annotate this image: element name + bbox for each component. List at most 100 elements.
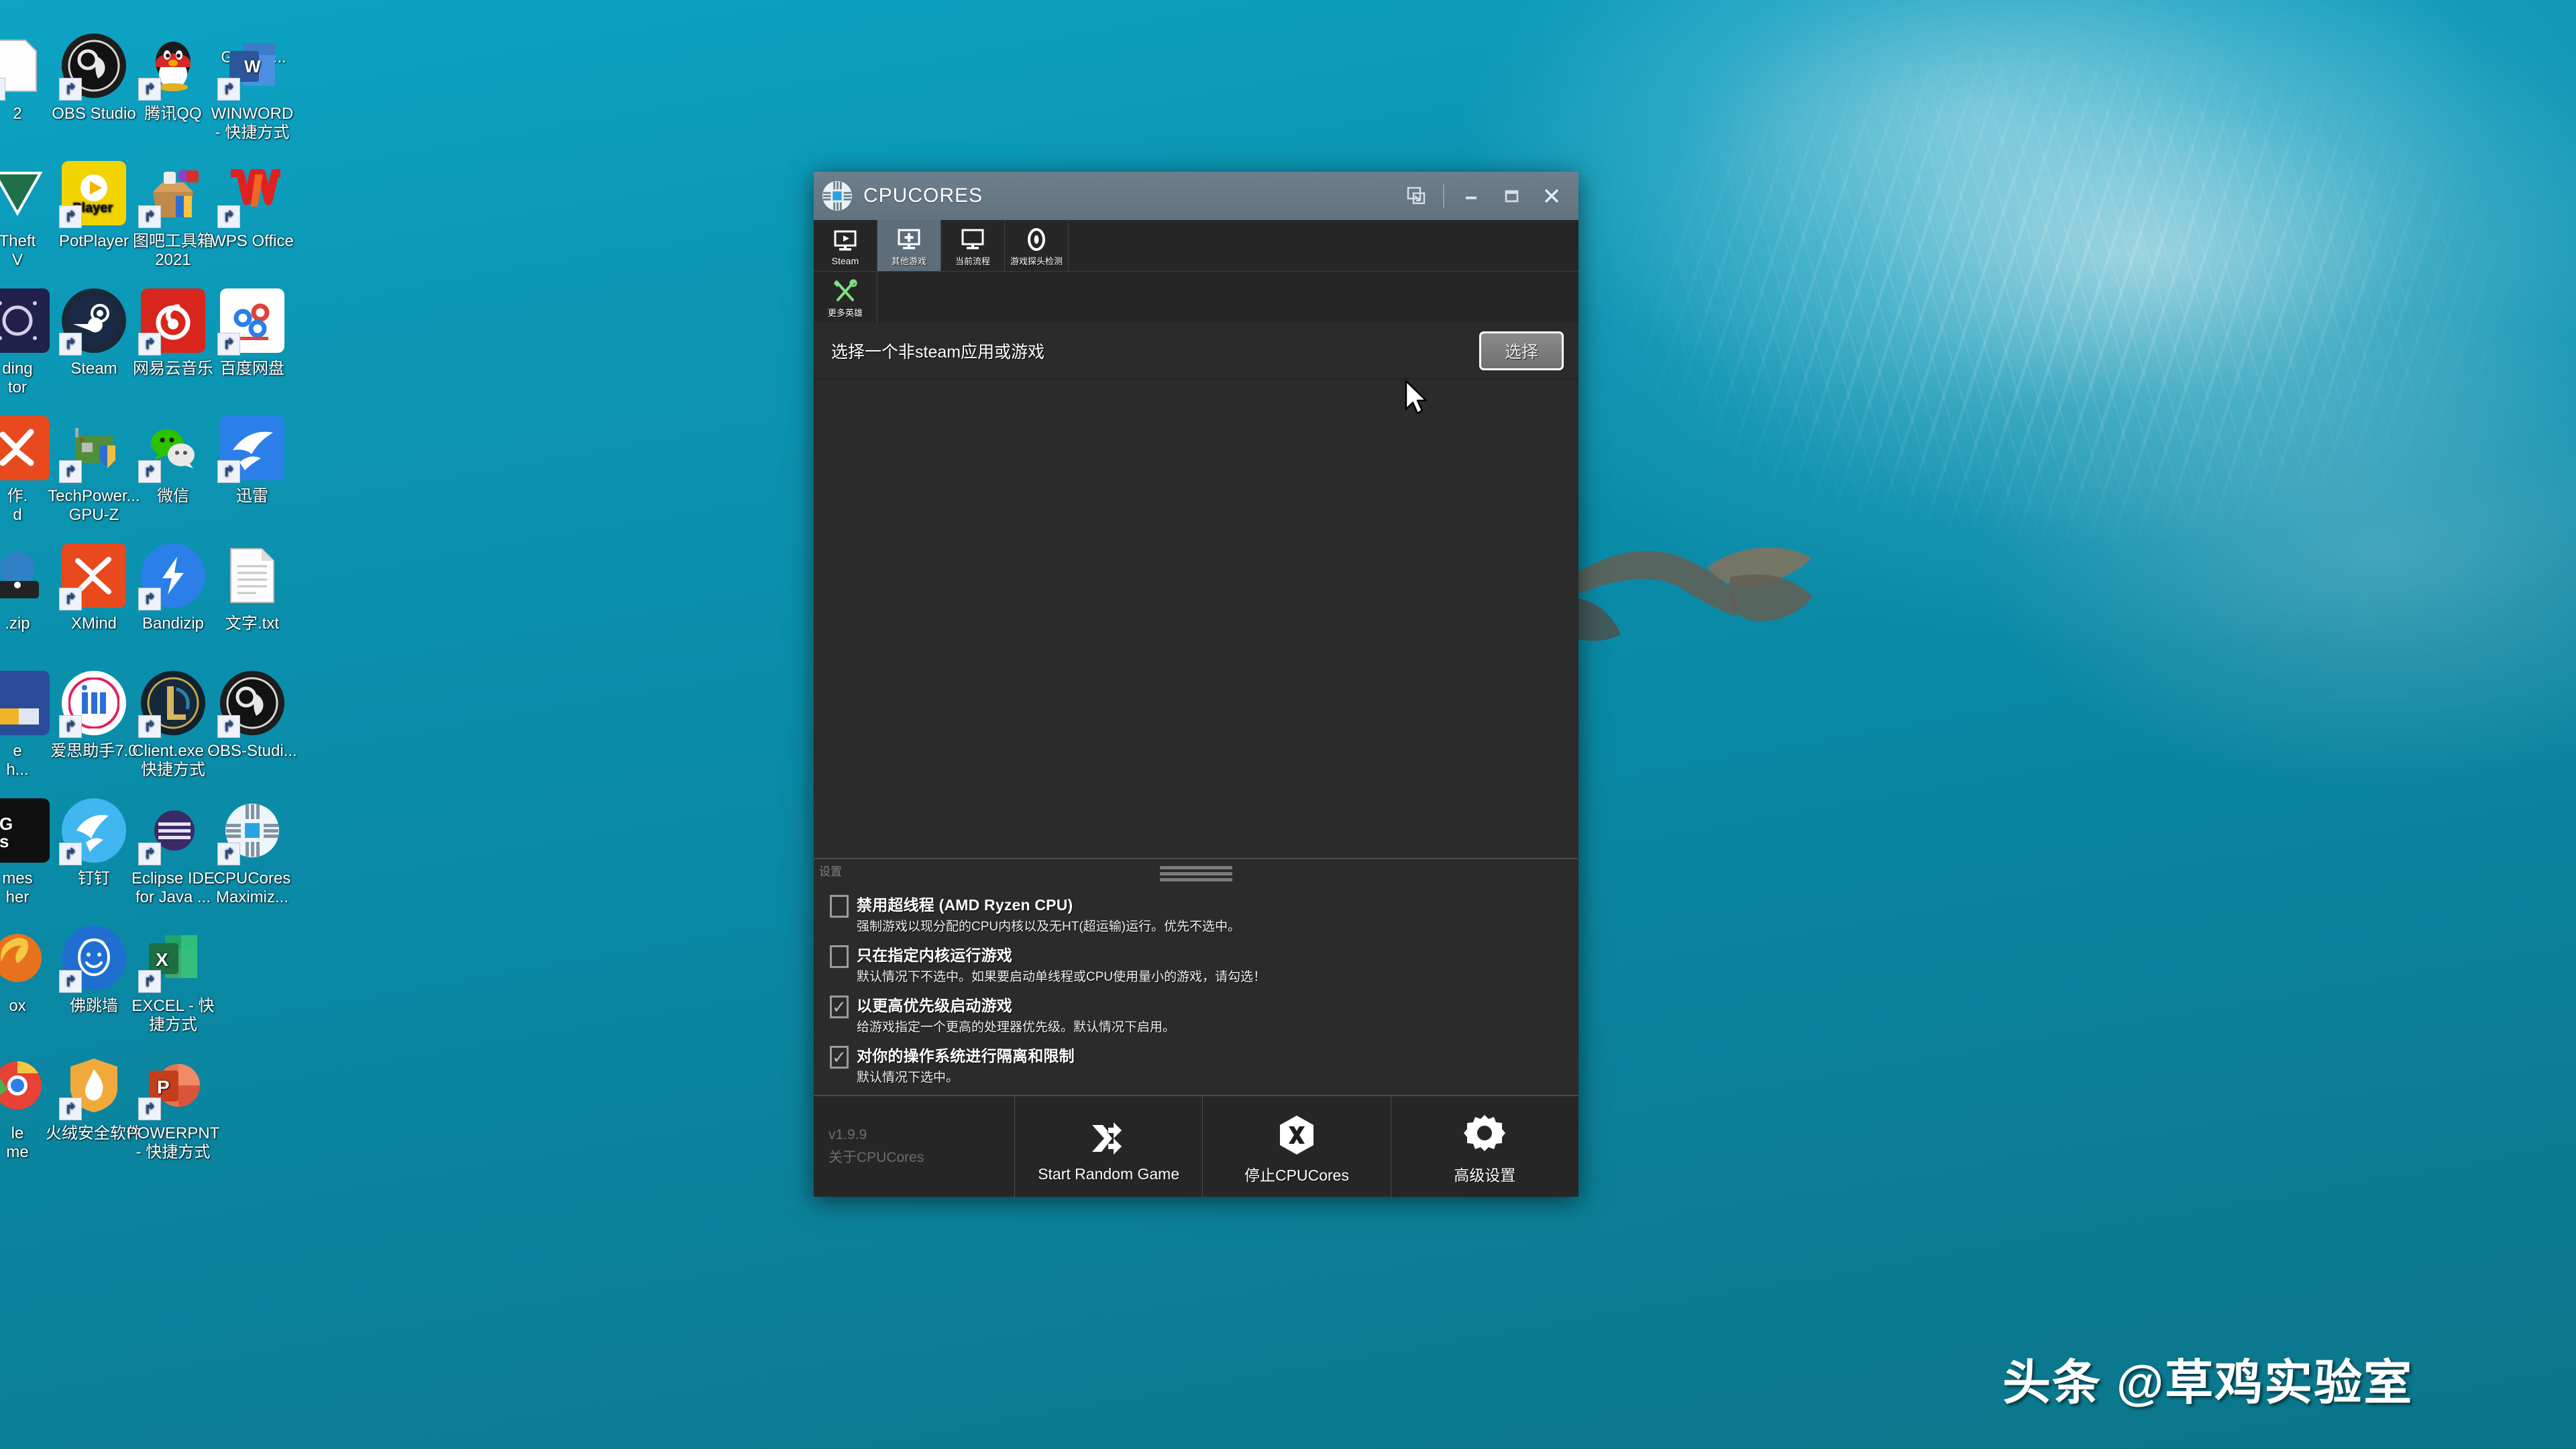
start-random-game-button[interactable]: Start Random Game [1015,1096,1203,1197]
tabbar-row-2: 更多英雄 [814,272,1578,323]
desktop-icon-label: 迅雷 [236,487,268,505]
baidu-icon: ↱ [193,288,311,356]
select-button[interactable]: 选择 [1479,331,1564,370]
tab-steam[interactable]: Steam [814,220,877,271]
version-label: v1.9.9 [828,1127,867,1143]
desktop-icon[interactable]: ↱ WPS Office [193,161,311,251]
shortcut-arrow-icon: ↱ [59,1097,82,1120]
shortcut-arrow-icon: ↱ [217,205,240,228]
advanced-settings-button[interactable]: 高级设置 [1391,1096,1578,1197]
button-label: Start Random Game [1038,1165,1180,1183]
cpucores-chip-icon [822,180,853,211]
tabbar-row-1: Steam 其他游戏 当前流程 游戏探头检测 [814,220,1578,272]
settings-option-title: 只在指定内核运行游戏 [857,947,1012,964]
tab-label: 更多英雄 [827,308,863,318]
checkbox-checked-icon[interactable]: ✓ [830,1046,849,1069]
shortcut-arrow-icon: ↱ [217,843,240,865]
desktop-icon-label: WINWORD - 快捷方式 [211,105,294,142]
settings-option-description: 默认情况下不选中。如果要启动单线程或CPU使用量小的游戏，请勾选！ [857,970,1267,984]
monitor-plus-icon [898,227,920,252]
cpucores-window[interactable]: CPUCORES Steam 其他游戏 当前流程 游戏探头检测 更多英雄 选择一… [814,172,1578,1197]
shortcut-arrow-icon: ↱ [59,715,82,738]
window-titlebar[interactable]: CPUCORES [814,172,1578,220]
tab-game-probe-detect[interactable]: 游戏探头检测 [1005,220,1069,271]
thunder-icon: ↱ [193,416,311,483]
svg-text:P: P [157,1077,170,1097]
monitor-play-icon [834,228,857,254]
minimize-icon[interactable] [1451,176,1491,216]
settings-option-row[interactable]: ✓ 以更高优先级启动游戏 给游戏指定一个更高的处理器优先级。默认情况下启用。 [814,989,1578,1039]
settings-option-row[interactable]: 禁用超线程 (AMD Ryzen CPU) 强制游戏以现分配的CPU内核以及无HT… [814,888,1578,938]
watermark: 头条 @草鸡实验室 [2002,1356,2414,1410]
svg-text:s: s [0,831,9,851]
checkbox-checked-icon[interactable]: ✓ [830,996,849,1018]
game-list-area[interactable] [814,379,1578,858]
settings-option-row[interactable]: 只在指定内核运行游戏默认情况下不选中。如果要启动单线程或CPU使用量小的游戏，请… [814,938,1578,989]
checkbox-unchecked-icon[interactable] [830,895,849,918]
desktop-icon[interactable]: W ↱ WINWORD - 快捷方式 [193,34,311,143]
shortcut-arrow-icon: ↱ [59,970,82,993]
select-bar: 选择一个非steam应用或游戏 选择 [814,323,1578,379]
tab-label: 游戏探头检测 [1010,256,1063,266]
tab-more-heroes[interactable]: 更多英雄 [814,272,877,323]
drag-handle-icon[interactable] [1160,866,1232,881]
desktop-icon[interactable]: ↱ 迅雷 [193,416,311,506]
close-icon[interactable] [1532,176,1572,216]
shortcut-arrow-icon: ↱ [138,1097,161,1120]
desktop-icon-label: 文字.txt [225,614,279,633]
shortcut-arrow-icon: ↱ [0,78,5,101]
shortcut-arrow-icon: ↱ [59,460,82,483]
desktop-icon[interactable]: ↱ 百度网盘 [193,288,311,378]
tools-cross-icon [833,278,858,304]
desktop-icon-label: 百度网盘 [220,360,284,378]
svg-text:X: X [156,949,168,970]
shortcut-arrow-icon: ↱ [138,333,161,356]
eye-icon [1025,227,1048,252]
settings-caption: 设置 [819,865,842,878]
shortcut-arrow-icon: ↱ [138,970,161,993]
restore-down-icon[interactable] [1396,176,1436,216]
desktop-icon[interactable]: ↱ CPUCores Maximiz... [193,798,311,908]
shortcut-arrow-icon: ↱ [138,205,161,228]
window-title: CPUCORES [863,184,983,207]
settings-options: 禁用超线程 (AMD Ryzen CPU) 强制游戏以现分配的CPU内核以及无HT… [814,888,1578,1089]
settings-option-row[interactable]: ✓ 对你的操作系统进行隔离和限制默认情况下选中。 [814,1039,1578,1089]
settings-panel: 设置 禁用超线程 (AMD Ryzen CPU) 强制游戏以现分配的CPU内核以及… [814,858,1578,1095]
shortcut-arrow-icon: ↱ [138,78,161,101]
desktop-icon-label: CPUCores Maximiz... [213,869,291,907]
settings-option-description: 给游戏指定一个更高的处理器优先级。默认情况下启用。 [857,1020,1176,1034]
desktop-icon[interactable]: ↱ OBS-Studi... [193,671,311,761]
shortcut-arrow-icon: ↱ [138,715,161,738]
settings-option-description: 强制游戏以现分配的CPU内核以及无HT(超运输)运行。优先不选中。 [857,920,1241,934]
maximize-icon[interactable] [1491,176,1532,216]
about-link[interactable]: 关于CPUCores [828,1146,1014,1169]
gear-icon [1464,1108,1506,1156]
shortcut-arrow-icon: ↱ [217,460,240,483]
desktop-icon[interactable]: 文字.txt [193,543,311,633]
tab-current-process[interactable]: 当前流程 [941,220,1005,271]
desktop-icon-label: POWERPNT - 快捷方式 [126,1124,220,1162]
desktop-icon[interactable]: X ↱ EXCEL - 快捷方式 [114,926,232,1035]
tabbar[interactable]: Steam 其他游戏 当前流程 游戏探头检测 更多英雄 [814,220,1578,323]
shortcut-arrow-icon: ↱ [59,843,82,865]
stop-x-icon [1276,1108,1318,1156]
stop-cpucores-button[interactable]: 停止CPUCores [1203,1096,1391,1197]
water-caustics [1543,0,2576,778]
tab-label: Steam [831,255,859,266]
about-cell[interactable]: v1.9.9 关于CPUCores [814,1096,1015,1197]
shortcut-arrow-icon: ↱ [59,205,82,228]
svg-text:W: W [244,56,261,76]
settings-option-title: 禁用超线程 (AMD Ryzen CPU) [857,896,1073,914]
checkbox-unchecked-icon[interactable] [830,945,849,968]
settings-option-text: 对你的操作系统进行隔离和限制默认情况下选中。 [857,1043,1566,1085]
settings-option-description: 默认情况下选中。 [857,1071,959,1085]
underwater-creature [1563,547,1813,641]
desktop: Off...EdgeGames... ↱2 ↱OBS Studio ↱腾讯QQ … [0,0,2576,1449]
tabbar-row2-filler [877,272,1578,323]
settings-option-title: 对你的操作系统进行隔离和限制 [857,1047,1075,1065]
shortcut-arrow-icon: ↱ [138,460,161,483]
tab-other-games[interactable]: 其他游戏 [877,220,941,271]
desktop-icon-label: WPS Office [211,232,294,250]
desktop-icon[interactable]: P ↱ POWERPNT - 快捷方式 [114,1053,232,1163]
ppt-icon: P ↱ [114,1053,232,1120]
